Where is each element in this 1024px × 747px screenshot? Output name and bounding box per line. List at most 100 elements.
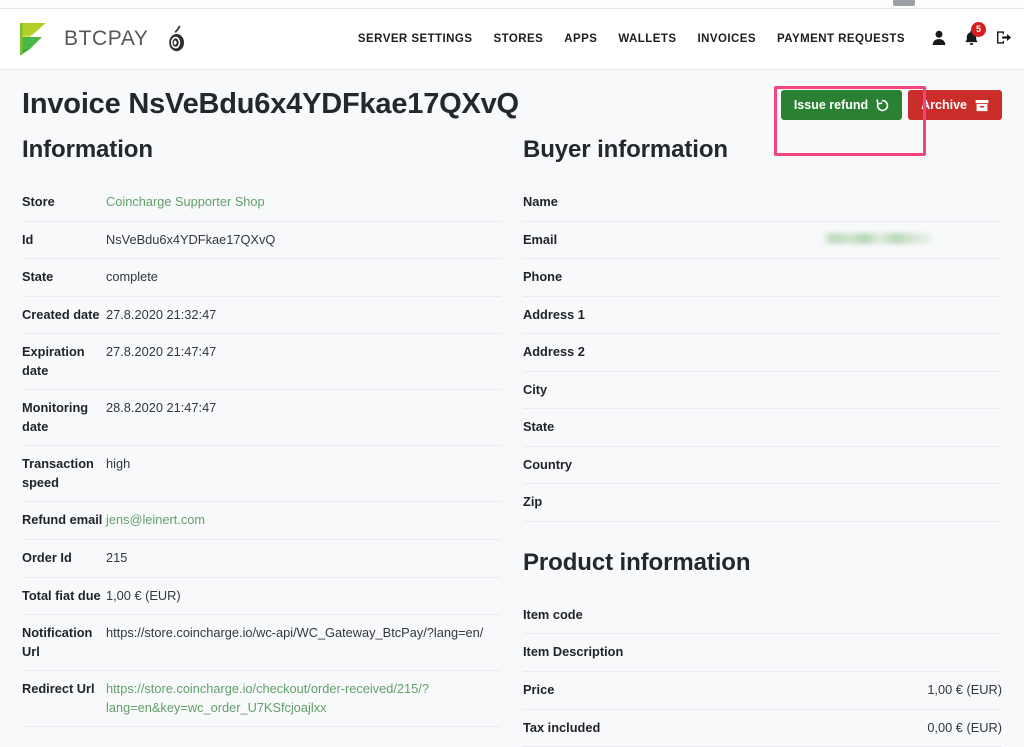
nav-links: SERVER SETTINGS STORES APPS WALLETS INVO… <box>358 22 1012 48</box>
nav-link-server-settings[interactable]: SERVER SETTINGS <box>358 33 473 45</box>
row-value <box>823 634 1002 672</box>
notification-count-badge: 5 <box>971 22 986 37</box>
bell-icon[interactable]: 5 <box>964 22 986 48</box>
table-row: Item code <box>523 597 1002 634</box>
row-value: NsVeBdu6x4YDFkae17QXvQ <box>106 231 276 247</box>
row-label: Zip <box>523 494 543 510</box>
information-column: Information Store Coincharge Supporter S… <box>22 136 501 727</box>
row-value[interactable]: Coincharge Supporter Shop <box>106 184 501 221</box>
table-row: Monitoring date 28.8.2020 21:47:47 <box>22 390 501 446</box>
row-value: 0,00 € (EUR) <box>927 719 1002 735</box>
row-value <box>823 334 1002 372</box>
row-label: Notification Url <box>22 625 93 659</box>
table-row: Name <box>523 184 1002 222</box>
table-row: Refund email jens@leinert.com <box>22 502 501 540</box>
row-label: Tax included <box>523 719 601 735</box>
invoice-detail-page: Invoice NsVeBdu6x4YDFkae17QXvQ Issue ref… <box>0 70 1024 747</box>
row-value-redacted <box>823 221 1002 259</box>
row-label: Address 2 <box>523 344 585 360</box>
row-label: Id <box>22 231 34 247</box>
table-row: Country <box>523 446 1002 484</box>
brand-wordmark: BTCPAY <box>64 27 149 50</box>
nav-icon-group: 5 <box>932 22 1012 48</box>
row-label: Expiration date <box>22 344 85 378</box>
product-information-table: Item code Item Description Price 1,00 € … <box>523 597 1002 747</box>
brand-home-link[interactable]: BTCPAY <box>18 22 189 56</box>
row-value <box>823 409 1002 447</box>
table-row: City <box>523 371 1002 409</box>
buyer-product-column: Buyer information Name Email Phone Addre… <box>523 136 1002 747</box>
table-row: Item Description <box>523 634 1002 672</box>
buyer-information-section-title: Buyer information <box>523 136 728 163</box>
row-label: Transaction speed <box>22 456 94 490</box>
row-value <box>823 296 1002 334</box>
row-label: City <box>523 381 548 397</box>
row-value: high <box>106 456 131 472</box>
row-label: Redirect Url <box>22 681 95 697</box>
sign-out-icon[interactable] <box>996 30 1012 48</box>
table-row: Zip <box>523 484 1002 522</box>
row-value[interactable]: jens@leinert.com <box>106 502 501 540</box>
top-navigation-bar: BTCPAY SERVER SETTINGS STORES APPS WALLE… <box>0 9 1024 70</box>
table-row: Redirect Url https://store.coincharge.io… <box>22 671 501 727</box>
row-label: Price <box>523 682 555 698</box>
table-row: Created date 27.8.2020 21:32:47 <box>22 296 501 334</box>
row-value <box>823 259 1002 297</box>
information-table: Store Coincharge Supporter Shop Id NsVeB… <box>22 184 501 727</box>
table-row: Id NsVeBdu6x4YDFkae17QXvQ <box>22 221 501 259</box>
row-label: Email <box>523 231 558 247</box>
table-row: Address 2 <box>523 334 1002 372</box>
user-icon[interactable] <box>932 30 948 48</box>
row-label: Store <box>22 194 55 209</box>
nav-link-apps[interactable]: APPS <box>564 33 597 45</box>
btcpay-logo-icon <box>18 22 52 56</box>
row-value: 1,00 € (EUR) <box>106 587 181 603</box>
table-row: Notification Url https://store.coincharg… <box>22 615 501 671</box>
row-value <box>823 371 1002 409</box>
buyer-information-table: Name Email Phone Address 1 Address 2 Cit… <box>523 184 1002 522</box>
nav-link-wallets[interactable]: WALLETS <box>618 33 676 45</box>
row-label: Name <box>523 194 558 209</box>
row-value: 28.8.2020 21:47:47 <box>106 400 217 416</box>
archive-button-label: Archive <box>921 98 967 112</box>
row-label: State <box>22 269 54 285</box>
table-row: State <box>523 409 1002 447</box>
row-value: 27.8.2020 21:32:47 <box>106 306 217 322</box>
nav-link-invoices[interactable]: INVOICES <box>697 33 756 45</box>
nav-link-stores[interactable]: STORES <box>493 33 543 45</box>
table-row: Expiration date 27.8.2020 21:47:47 <box>22 334 501 390</box>
nav-link-payment-requests[interactable]: PAYMENT REQUESTS <box>777 33 905 45</box>
row-value[interactable]: https://store.coincharge.io/checkout/ord… <box>106 671 501 727</box>
table-row: Phone <box>523 259 1002 297</box>
browser-chrome-stub <box>893 0 915 6</box>
row-label: Country <box>523 456 573 472</box>
table-row: Price 1,00 € (EUR) <box>523 672 1002 710</box>
row-value <box>823 484 1002 522</box>
row-label: Created date <box>22 306 100 322</box>
row-value: https://store.coincharge.io/wc-api/WC_Ga… <box>106 625 484 641</box>
table-row: Email <box>523 221 1002 259</box>
issue-refund-button-label: Issue refund <box>793 98 869 112</box>
table-row: Address 1 <box>523 296 1002 334</box>
issue-refund-button[interactable]: Issue refund <box>780 90 903 120</box>
row-value <box>823 184 1002 221</box>
page-header-row: Invoice NsVeBdu6x4YDFkae17QXvQ Issue ref… <box>22 70 1002 136</box>
browser-chrome-sliver <box>0 0 1024 9</box>
table-row: Order Id 215 <box>22 540 501 578</box>
row-value <box>823 597 1002 634</box>
archive-button[interactable]: Archive <box>908 90 1002 120</box>
product-information-section-title: Product information <box>523 548 751 576</box>
row-value: 27.8.2020 21:47:47 <box>106 344 217 360</box>
row-label: Item code <box>523 606 583 622</box>
archive-box-icon <box>975 99 989 112</box>
row-label: Address 1 <box>523 306 585 322</box>
invoice-actions: Issue refund Archive <box>780 90 1002 120</box>
table-row: Transaction speed high <box>22 446 501 502</box>
row-value: complete <box>106 269 158 285</box>
row-label: Item Description <box>523 644 624 660</box>
table-row: Store Coincharge Supporter Shop <box>22 184 501 222</box>
invoice-columns: Information Store Coincharge Supporter S… <box>22 136 1002 747</box>
row-label: Total fiat due <box>22 587 101 603</box>
row-label: Phone <box>523 269 563 285</box>
table-row: Total fiat due 1,00 € (EUR) <box>22 577 501 615</box>
